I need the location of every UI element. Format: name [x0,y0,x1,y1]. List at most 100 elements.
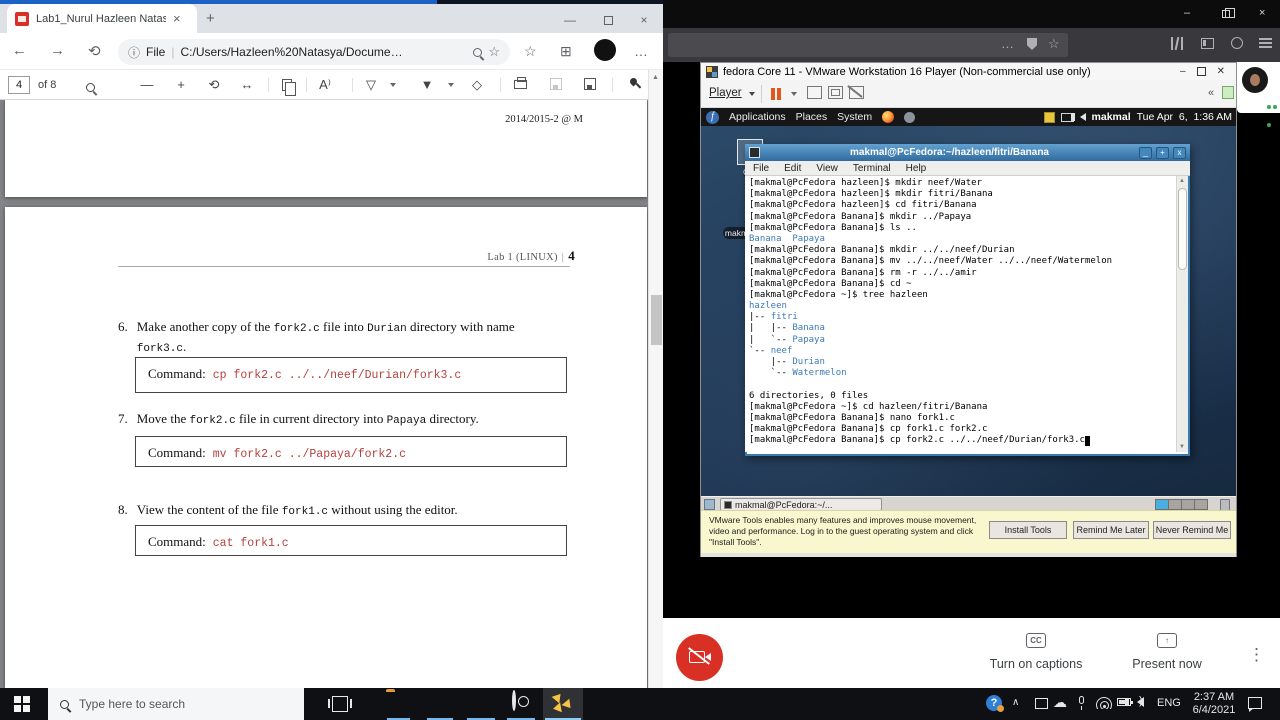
obs-taskbar-icon[interactable] [512,690,536,716]
terminal-maximize-button[interactable]: + [1156,146,1169,159]
guest-screen[interactable]: f Applications Places System makmal Tue … [701,108,1236,512]
taskbar-search-box[interactable]: Type here to search [48,688,304,720]
workspace-4[interactable] [1194,499,1208,510]
system-menu[interactable]: System [837,111,872,123]
firefox-close-button[interactable]: × [1259,7,1265,19]
never-remind-me-button[interactable]: Never Remind Me [1153,521,1231,539]
language-indicator[interactable]: ENG [1157,697,1181,709]
zoom-in-button[interactable]: + [172,77,190,92]
fedora-logo-icon[interactable]: f [706,110,719,124]
vmware-maximize-button[interactable] [1196,67,1206,76]
taskbar-clock[interactable]: 2:37 AM 6/4/2021 [1190,691,1238,717]
page-info-icon[interactable]: ⓘ [128,44,140,61]
read-aloud-button[interactable]: A⁾ [316,77,334,93]
suspend-caret-icon[interactable] [791,92,797,96]
save-as-button[interactable] [584,78,596,90]
terminal-minimize-button[interactable]: _ [1139,146,1152,159]
menu-hamburger-icon[interactable] [1259,38,1272,40]
menu-edit[interactable]: Edit [784,163,801,174]
workspace-3[interactable] [1181,499,1195,510]
tab-close-icon[interactable]: × [173,11,181,26]
install-tools-button[interactable]: Install Tools [989,521,1067,539]
scroll-up-icon[interactable]: ▲ [652,74,659,81]
fullscreen-button[interactable] [828,86,843,99]
fit-to-width-button[interactable]: ↔ [238,77,256,92]
search-in-page-icon[interactable] [473,47,483,57]
action-center-icon[interactable] [1248,697,1262,712]
menu-terminal[interactable]: Terminal [853,163,891,174]
save-button[interactable] [550,78,562,90]
vmware-minimize-button[interactable]: – [1174,66,1192,77]
firefox-minimize-button[interactable]: – [1184,7,1190,19]
volume-tray-icon[interactable] [1125,695,1144,707]
participant-thumbnail[interactable] [1237,62,1280,127]
account-icon[interactable] [1231,37,1243,49]
onedrive-tray-icon[interactable]: ☁ [1053,694,1067,711]
edge-close-button[interactable]: × [636,13,652,27]
file-explorer-taskbar-icon[interactable] [386,692,410,716]
workspace-2[interactable] [1168,499,1182,510]
cast-tray-icon[interactable] [1035,698,1048,709]
meet-more-options-button[interactable]: ⋮ [1248,645,1265,665]
bookmark-star-icon[interactable]: ☆ [1048,36,1060,52]
erase-button[interactable]: ◇ [468,77,486,93]
send-ctrl-alt-del-button[interactable] [807,86,822,99]
notes-applet-icon[interactable] [1043,111,1055,123]
terminal-window[interactable]: makmal@PcFedora:~/hazleen/fitri/Banana _… [745,144,1190,456]
menu-help[interactable]: Help [906,163,927,174]
edge-taskbar-icon[interactable] [470,692,494,716]
sidebar-icon[interactable] [1201,38,1214,49]
screenshot-launcher-icon[interactable] [904,111,916,123]
workspace-1[interactable] [1155,499,1169,510]
tray-overflow-chevron[interactable]: ∧ [1012,697,1019,708]
scrollbar-thumb[interactable] [1178,188,1187,270]
terminal-output[interactable]: [makmal@PcFedora hazleen]$ mkdir neef/Wa… [745,176,1176,452]
firefox-launcher-icon[interactable] [882,111,895,123]
back-button[interactable]: ← [12,42,27,59]
pdf-scrollbar[interactable]: ▲ [648,70,663,688]
get-help-tray-icon[interactable]: ? [986,695,1004,712]
pin-toolbar-button[interactable] [628,76,639,87]
page-actions-icon[interactable]: … [1001,36,1014,51]
places-menu[interactable]: Places [796,111,828,123]
unity-mode-button[interactable] [849,86,864,99]
draw-caret-icon[interactable] [390,83,396,87]
firefox-restore-button[interactable] [1222,8,1235,18]
add-favorite-icon[interactable]: ☆ [488,44,500,60]
profile-avatar[interactable] [594,39,616,61]
collections-button[interactable]: ⊞ [560,43,572,60]
panel-clock[interactable]: Tue Apr 6, 1:36 AM [1137,111,1232,123]
collapse-toolbar-button[interactable]: « [1208,87,1214,99]
edge-maximize-button[interactable] [604,16,613,25]
sticky-note-icon[interactable] [1222,86,1234,99]
start-button[interactable] [14,696,30,712]
pdf-search-icon[interactable] [86,83,95,92]
rotate-button[interactable]: ⟲ [205,77,223,93]
vmware-close-button[interactable]: ✕ [1211,66,1231,77]
scroll-up-icon[interactable]: ▲ [1179,178,1185,184]
applications-menu[interactable]: Applications [729,111,786,123]
refresh-button[interactable]: ⟲ [88,42,101,60]
firefox-taskbar-icon[interactable] [428,692,452,716]
user-name-label[interactable]: makmal [1092,111,1131,123]
show-desktop-icon[interactable] [704,499,715,510]
captions-button[interactable]: CC Turn on captions [966,630,1106,671]
page-number-input[interactable]: 4 [8,76,30,94]
scroll-down-icon[interactable]: ▼ [1179,444,1185,450]
workspace-switcher[interactable] [1155,499,1208,510]
draw-button[interactable]: ▽ [362,77,380,93]
remind-me-later-button[interactable]: Remind Me Later [1073,521,1149,539]
vmware-taskbar-icon[interactable] [543,688,583,720]
tab-pdf[interactable]: Lab1_Nurul Hazleen Natasya bin × [7,4,197,33]
present-button[interactable]: ↑ Present now [1097,630,1237,671]
highlight-button[interactable]: ▼ [418,77,436,92]
edge-menu-button[interactable]: … [634,43,648,59]
terminal-close-button[interactable]: x [1173,146,1186,159]
pdf-viewport[interactable]: 2014/2015-2 @ M Lab 1 (LINUX) | 4 6. Make … [0,100,648,688]
forward-button[interactable]: → [50,42,65,59]
print-button[interactable] [514,77,527,89]
highlight-caret-icon[interactable] [448,83,454,87]
new-tab-button[interactable]: + [206,10,215,27]
library-icon[interactable] [1171,37,1183,50]
camera-off-button[interactable] [676,634,723,681]
